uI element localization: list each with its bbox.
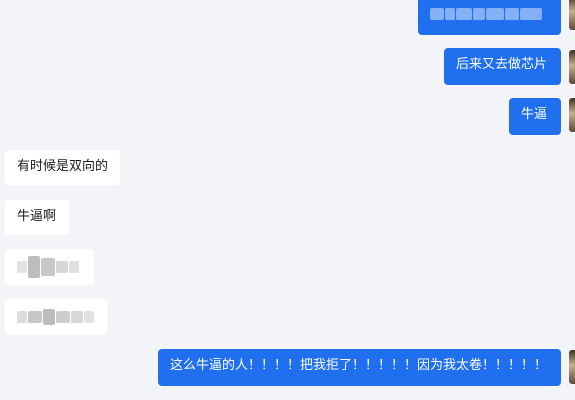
pixelated-text [17, 256, 82, 278]
message-text: 后来又去做芯片 [456, 57, 548, 72]
message-incoming-blurred[interactable] [5, 249, 94, 285]
message-incoming-blurred[interactable] [5, 299, 107, 335]
avatar[interactable] [569, 50, 575, 84]
message-outgoing[interactable]: 这么牛逼的人！！！！把我拒了！！！！！因为我太卷！！！！！ [158, 349, 561, 386]
message-outgoing[interactable]: 牛逼 [509, 98, 561, 135]
message-text: 牛逼啊 [17, 209, 57, 224]
avatar[interactable] [569, 0, 575, 30]
message-text: 牛逼 [521, 107, 548, 122]
avatar[interactable] [569, 98, 575, 132]
message-incoming[interactable]: 有时候是双向的 [5, 150, 120, 185]
pixelated-text [17, 306, 95, 328]
message-text: 这么牛逼的人！！！！把我拒了！！！！！因为我太卷！！！！！ [170, 358, 548, 373]
message-text: 有时候是双向的 [17, 159, 109, 174]
avatar[interactable] [569, 350, 575, 384]
pixelated-text [430, 0, 549, 28]
message-outgoing-blurred[interactable] [418, 0, 561, 35]
message-outgoing[interactable]: 后来又去做芯片 [444, 48, 561, 85]
message-incoming[interactable]: 牛逼啊 [5, 200, 69, 235]
